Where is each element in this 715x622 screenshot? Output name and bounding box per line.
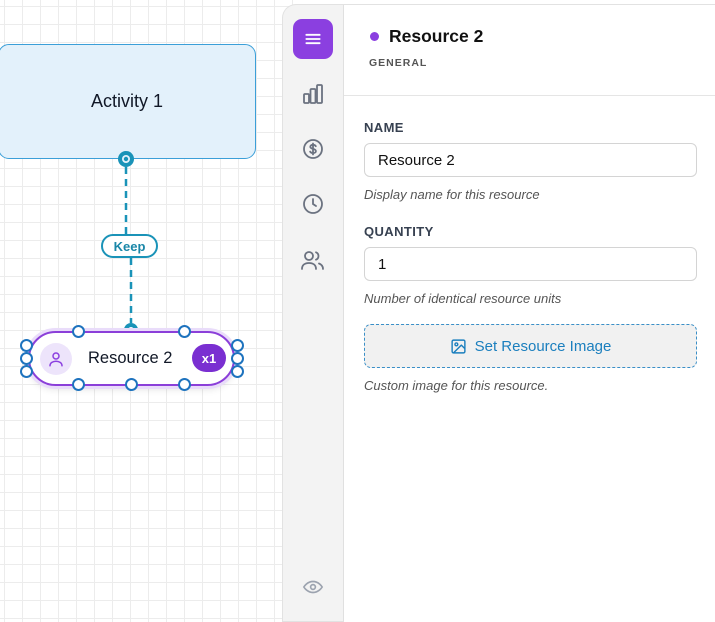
- clock-icon: [303, 194, 323, 214]
- name-label: NAME: [364, 120, 404, 135]
- quantity-help-text: Number of identical resource units: [364, 291, 562, 306]
- resize-handle[interactable]: [72, 378, 85, 391]
- dollar-icon: [303, 139, 323, 159]
- quantity-badge: x1: [192, 344, 226, 372]
- tab-schedule[interactable]: [293, 184, 333, 224]
- resize-handle[interactable]: [231, 365, 244, 378]
- resize-handle[interactable]: [20, 339, 33, 352]
- quantity-input[interactable]: [364, 247, 697, 281]
- image-help-text: Custom image for this resource.: [364, 378, 549, 393]
- status-dot: [370, 32, 379, 41]
- resource-node-label: Resource 2: [88, 349, 173, 367]
- name-input[interactable]: [364, 143, 697, 177]
- resize-handle[interactable]: [20, 365, 33, 378]
- set-resource-image-label: Set Resource Image: [474, 337, 612, 355]
- set-resource-image-button[interactable]: Set Resource Image: [364, 324, 697, 368]
- bar-chart-icon: [303, 84, 323, 104]
- resize-handle[interactable]: [178, 325, 191, 338]
- resize-handle[interactable]: [125, 378, 138, 391]
- activity-node[interactable]: Activity 1: [0, 44, 256, 159]
- user-icon: [40, 343, 72, 375]
- resize-handle[interactable]: [72, 325, 85, 338]
- tab-general[interactable]: [293, 19, 333, 59]
- panel-header: Resource 2 GENERAL: [344, 5, 715, 96]
- properties-panel: Resource 2 GENERAL NAME Display name for…: [344, 4, 715, 622]
- tab-visibility[interactable]: [293, 567, 333, 607]
- resize-handle[interactable]: [20, 352, 33, 365]
- tab-cost[interactable]: [293, 129, 333, 169]
- panel-tab-bar: [282, 4, 344, 622]
- connector-label[interactable]: Keep: [101, 234, 158, 258]
- panel-section-label: GENERAL: [369, 57, 428, 69]
- menu-icon: [305, 33, 321, 45]
- activity-node-label: Activity 1: [90, 91, 164, 111]
- resize-handle[interactable]: [231, 352, 244, 365]
- tab-statistics[interactable]: [293, 74, 333, 114]
- image-icon: [451, 338, 466, 354]
- name-help-text: Display name for this resource: [364, 187, 540, 202]
- quantity-label: QUANTITY: [364, 224, 434, 239]
- panel-title: Resource 2: [389, 26, 484, 46]
- users-icon: [301, 251, 324, 270]
- resize-handle[interactable]: [231, 339, 244, 352]
- resize-handle[interactable]: [178, 378, 191, 391]
- tab-users[interactable]: [293, 240, 333, 280]
- process-canvas[interactable]: Activity 1 Keep Resource 2 x1: [0, 0, 300, 622]
- eye-icon: [302, 580, 324, 594]
